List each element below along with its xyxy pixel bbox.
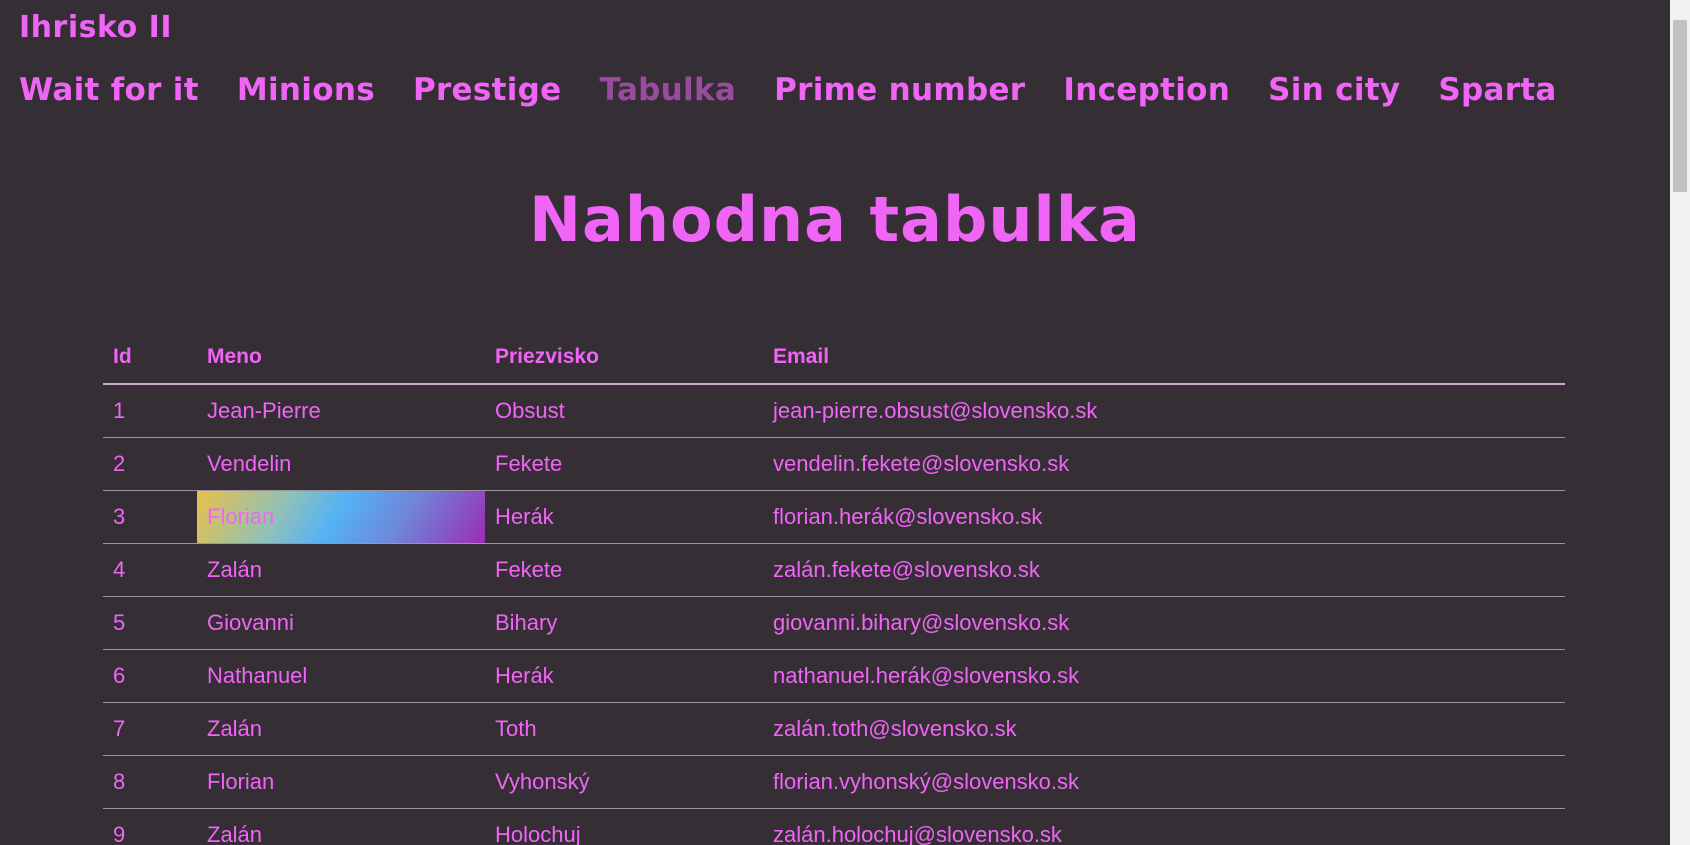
table-row: 7 Zalán Toth zalán.toth@slovensko.sk — [103, 702, 1565, 756]
cell-id: 5 — [103, 596, 197, 650]
cell-id: 8 — [103, 755, 197, 809]
nav-link-tabulka[interactable]: Tabulka — [600, 72, 737, 108]
cell-email: zalán.holochuj@slovensko.sk — [763, 808, 1565, 845]
cell-email: florian.herák@slovensko.sk — [763, 490, 1565, 544]
cell-meno-highlighted[interactable]: Florian — [197, 490, 485, 544]
column-header-meno: Meno — [197, 330, 485, 385]
cell-meno: Florian — [197, 755, 485, 809]
column-header-priezvisko: Priezvisko — [485, 330, 763, 385]
cell-id: 3 — [103, 490, 197, 544]
column-header-id: Id — [103, 330, 197, 385]
cell-email: zalán.fekete@slovensko.sk — [763, 543, 1565, 597]
people-table: Id Meno Priezvisko Email 1 Jean-Pierre O… — [103, 330, 1565, 845]
cell-meno: Nathanuel — [197, 649, 485, 703]
cell-meno: Giovanni — [197, 596, 485, 650]
page: Ihrisko II Wait for it Minions Prestige … — [0, 0, 1670, 845]
cell-priezvisko: Bihary — [485, 596, 763, 650]
cell-email: vendelin.fekete@slovensko.sk — [763, 437, 1565, 491]
page-title: Nahodna tabulka — [529, 183, 1141, 256]
table-row: 8 Florian Vyhonský florian.vyhonský@slov… — [103, 755, 1565, 809]
cell-email: jean-pierre.obsust@slovensko.sk — [763, 384, 1565, 438]
brand-link[interactable]: Ihrisko II — [19, 10, 172, 45]
cell-id: 2 — [103, 437, 197, 491]
cell-priezvisko: Fekete — [485, 543, 763, 597]
table-row: 3 Florian Herák florian.herák@slovensko.… — [103, 490, 1565, 544]
table-row: 5 Giovanni Bihary giovanni.bihary@sloven… — [103, 596, 1565, 650]
table-row: 9 Zalán Holochuj zalán.holochuj@slovensk… — [103, 808, 1565, 845]
scrollbar-thumb[interactable] — [1673, 20, 1687, 192]
cell-meno: Zalán — [197, 808, 485, 845]
cell-id: 4 — [103, 543, 197, 597]
cell-id: 7 — [103, 702, 197, 756]
cell-meno: Zalán — [197, 543, 485, 597]
nav-link-sin-city[interactable]: Sin city — [1268, 72, 1400, 108]
cell-email: giovanni.bihary@slovensko.sk — [763, 596, 1565, 650]
cell-id: 1 — [103, 384, 197, 438]
cell-priezvisko: Herák — [485, 490, 763, 544]
cell-priezvisko: Toth — [485, 702, 763, 756]
cell-priezvisko: Herák — [485, 649, 763, 703]
cell-meno: Jean-Pierre — [197, 384, 485, 438]
table-row: 2 Vendelin Fekete vendelin.fekete@sloven… — [103, 437, 1565, 491]
cell-meno: Vendelin — [197, 437, 485, 491]
table-row: 1 Jean-Pierre Obsust jean-pierre.obsust@… — [103, 384, 1565, 438]
cell-email: zalán.toth@slovensko.sk — [763, 702, 1565, 756]
cell-id: 9 — [103, 808, 197, 845]
nav-link-prime-number[interactable]: Prime number — [774, 72, 1025, 108]
nav-link-sparta[interactable]: Sparta — [1438, 72, 1556, 108]
cell-id: 6 — [103, 649, 197, 703]
nav-link-prestige[interactable]: Prestige — [413, 72, 562, 108]
column-header-email: Email — [763, 330, 1565, 385]
cell-email: nathanuel.herák@slovensko.sk — [763, 649, 1565, 703]
cell-priezvisko: Holochuj — [485, 808, 763, 845]
table-row: 6 Nathanuel Herák nathanuel.herák@sloven… — [103, 649, 1565, 703]
nav-link-inception[interactable]: Inception — [1063, 72, 1230, 108]
nav-link-minions[interactable]: Minions — [237, 72, 375, 108]
table-header-row: Id Meno Priezvisko Email — [103, 330, 1565, 385]
table-row: 4 Zalán Fekete zalán.fekete@slovensko.sk — [103, 543, 1565, 597]
vertical-scrollbar[interactable] — [1670, 0, 1690, 845]
cell-priezvisko: Obsust — [485, 384, 763, 438]
cell-priezvisko: Vyhonský — [485, 755, 763, 809]
nav-link-wait-for-it[interactable]: Wait for it — [19, 72, 199, 108]
main-nav: Wait for it Minions Prestige Tabulka Pri… — [19, 72, 1557, 108]
cell-email: florian.vyhonský@slovensko.sk — [763, 755, 1565, 809]
cell-meno: Zalán — [197, 702, 485, 756]
cell-priezvisko: Fekete — [485, 437, 763, 491]
